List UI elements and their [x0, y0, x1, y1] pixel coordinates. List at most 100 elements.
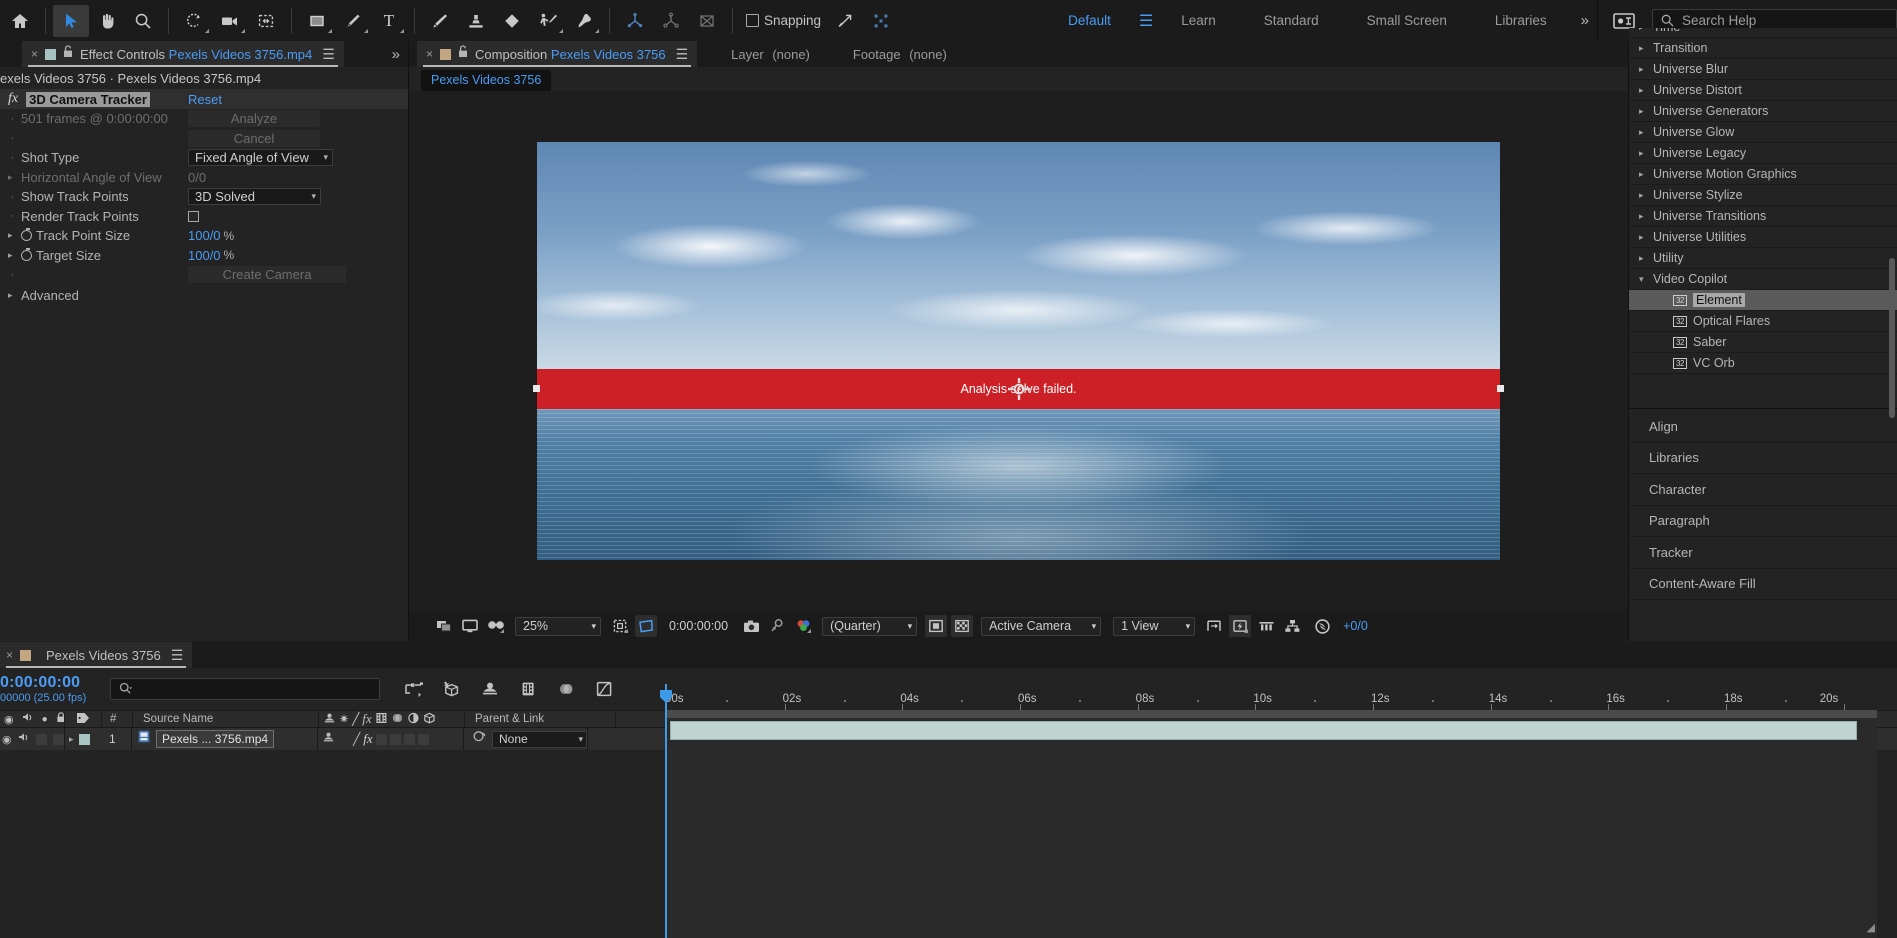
collapsed-panel-paragraph[interactable]: Paragraph — [1629, 506, 1897, 537]
lock-icon[interactable] — [63, 45, 73, 63]
fx-icon[interactable]: fx — [363, 731, 372, 747]
show-channel-icon[interactable] — [792, 615, 814, 637]
effects-tree-row[interactable]: 32 Optical Flares — [1629, 311, 1897, 332]
parent-pick-whip-icon[interactable] — [472, 730, 486, 748]
pen-tool-icon[interactable] — [335, 5, 371, 37]
panel-menu-icon[interactable]: ☰ — [171, 647, 184, 664]
collapsed-panel-content-aware-fill[interactable]: Content-Aware Fill — [1629, 569, 1897, 600]
motion-blur-icon[interactable] — [391, 712, 404, 727]
horizontal-angle-of-view-value[interactable]: 0/0 — [188, 170, 206, 185]
workspace-small-screen[interactable]: Small Screen — [1343, 13, 1471, 28]
playhead[interactable] — [660, 684, 672, 938]
frame-blend-toggle[interactable] — [375, 733, 387, 745]
parent-dropdown[interactable]: None ▾ — [492, 730, 587, 748]
snapping-checkbox[interactable] — [746, 14, 759, 27]
clone-stamp-tool-icon[interactable] — [458, 5, 494, 37]
property-horizontal-angle-of-view[interactable]: ▸ Horizontal Angle of View 0/0 — [0, 168, 408, 188]
effects-tree-row[interactable]: 32 VC Orb — [1629, 353, 1897, 374]
tab-timeline-composition[interactable]: × Pexels Videos 3756 ☰ — [0, 642, 193, 668]
workspace-libraries[interactable]: Libraries — [1471, 13, 1571, 28]
world-axis-mode-icon[interactable] — [653, 5, 689, 37]
timeline-search-input[interactable] — [110, 678, 381, 700]
time-ruler[interactable]: 00s 02s 04s 06s 08s 10s 12s 14s 16s 18s 20s — [665, 684, 1877, 710]
panel-overflow-icon[interactable]: » — [382, 46, 408, 63]
collapsed-panel-tracker[interactable]: Tracker — [1629, 537, 1897, 569]
close-icon[interactable]: × — [6, 648, 13, 662]
camera-tool-icon[interactable] — [212, 5, 248, 37]
quality-icon[interactable]: ╱ — [352, 712, 359, 726]
choose-grid-guide-icon[interactable] — [609, 615, 631, 637]
effect-header-3d-camera-tracker[interactable]: fx 3D Camera Tracker Reset — [0, 89, 408, 109]
timeline-track-background[interactable] — [665, 718, 1877, 938]
property-target-size[interactable]: ▸ Target Size 100/0 % — [0, 246, 408, 266]
label-color-icon[interactable] — [76, 712, 90, 727]
lock-icon[interactable] — [458, 45, 468, 63]
frame-blending-icon[interactable] — [375, 712, 388, 727]
chevron-right-icon[interactable]: ▸ — [1639, 148, 1647, 159]
collapsed-panel-libraries[interactable]: Libraries — [1629, 443, 1897, 474]
effects-tree-row[interactable]: ▸ Universe Distort — [1629, 80, 1897, 101]
selection-handle-left[interactable] — [533, 385, 540, 392]
chevron-right-icon[interactable]: ▸ — [1639, 253, 1647, 264]
graph-editor-icon[interactable] — [590, 676, 618, 702]
roto-brush-tool-icon[interactable] — [530, 5, 566, 37]
video-toggle-icon[interactable]: ◉ — [2, 733, 12, 746]
effects-icon[interactable]: fx — [362, 711, 371, 727]
tab-composition[interactable]: × Composition Pexels Videos 3756 ☰ — [417, 41, 698, 67]
chevron-right-icon[interactable]: ▸ — [1639, 190, 1647, 201]
motion-blur-toggle[interactable] — [389, 733, 401, 745]
current-time-value[interactable]: 0:00:00:00 — [0, 674, 86, 692]
effects-tree-row[interactable]: ▸ Time — [1629, 28, 1897, 38]
solo-icon[interactable]: ● — [42, 714, 48, 725]
view-layout-dropdown[interactable]: 1 View ▾ — [1113, 616, 1196, 636]
composition-viewer[interactable]: Analysis solve failed. — [409, 91, 1628, 611]
close-icon[interactable]: × — [426, 47, 433, 61]
solo-toggle[interactable] — [35, 733, 47, 745]
chevron-right-icon[interactable]: ▸ — [8, 172, 17, 183]
timeline-current-time[interactable]: 0:00:00:00 00000 (25.00 fps) — [0, 674, 86, 704]
timeline-graph-area[interactable]: 00s 02s 04s 06s 08s 10s 12s 14s 16s 18s 20s ◢ — [660, 668, 1877, 938]
chevron-right-icon[interactable]: ▸ — [8, 290, 17, 301]
hand-tool-icon[interactable] — [89, 5, 125, 37]
effects-tree-row[interactable]: ▸ Universe Motion Graphics — [1629, 164, 1897, 185]
panel-menu-icon[interactable]: ☰ — [676, 46, 689, 63]
draft-3d-icon[interactable] — [438, 676, 466, 702]
property-shot-type[interactable]: · Shot Type Fixed Angle of View ▾ — [0, 148, 408, 168]
chevron-right-icon[interactable]: ▸ — [8, 250, 17, 261]
create-camera-button[interactable]: Create Camera — [188, 266, 346, 284]
effects-tree-row[interactable]: 32 Saber — [1629, 332, 1897, 353]
property-track-point-size[interactable]: ▸ Track Point Size 100/0 % — [0, 226, 408, 246]
column-index[interactable]: # — [102, 713, 132, 725]
effects-tree-row[interactable]: ▸ Universe Generators — [1629, 101, 1897, 122]
workspace-learn[interactable]: Learn — [1157, 13, 1240, 28]
toggle-viewer-layout-icon[interactable] — [433, 615, 455, 637]
toggle-transparency-grid-icon[interactable] — [951, 615, 974, 637]
selection-handle-right[interactable] — [1497, 385, 1504, 392]
property-show-track-points[interactable]: · Show Track Points 3D Solved ▾ — [0, 187, 408, 207]
video-icon[interactable]: ◉ — [4, 713, 14, 726]
chevron-down-icon[interactable]: ▾ — [1639, 274, 1647, 285]
adjustment-layer-icon[interactable] — [407, 712, 420, 727]
orbit-tool-icon[interactable] — [176, 5, 212, 37]
adjustment-layer-toggle[interactable] — [403, 733, 415, 745]
audio-icon[interactable] — [22, 712, 34, 726]
column-source-name[interactable]: Source Name — [133, 713, 318, 725]
effects-tree-row[interactable]: ▸ Universe Stylize — [1629, 185, 1897, 206]
chevron-right-icon[interactable]: ▸ — [1639, 43, 1647, 54]
3d-layer-toggle[interactable] — [417, 733, 429, 745]
column-parent-and-link[interactable]: Parent & Link — [465, 713, 615, 725]
timeline-icon[interactable] — [1255, 615, 1277, 637]
cancel-button[interactable]: Cancel — [188, 129, 320, 147]
target-size-value[interactable]: 100/0 — [188, 248, 221, 263]
hide-shy-layers-icon[interactable] — [476, 676, 504, 702]
timeline-resize-grip-icon[interactable]: ◢ — [1867, 921, 1875, 934]
exposure-value[interactable]: +0/0 — [1343, 619, 1368, 633]
pixel-aspect-correction-icon[interactable] — [1203, 615, 1225, 637]
tab-effect-controls[interactable]: × Effect Controls Pexels Videos 3756.mp4… — [22, 41, 344, 67]
effects-tree-row[interactable]: ▾ Video Copilot — [1629, 269, 1897, 290]
effects-tree[interactable]: ▸ Time ▸ Transition ▸ Universe Blur ▸ Universe … — [1629, 28, 1897, 408]
region-of-interest-icon[interactable] — [248, 5, 284, 37]
snapping-toggle[interactable]: Snapping — [740, 13, 827, 28]
tab-footage[interactable]: Footage (none) — [819, 41, 956, 67]
layer-name[interactable]: Pexels ... 3756.mp4 — [156, 730, 275, 748]
